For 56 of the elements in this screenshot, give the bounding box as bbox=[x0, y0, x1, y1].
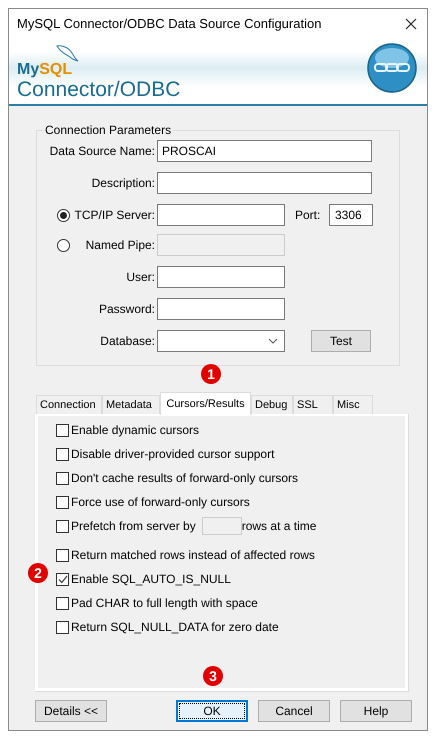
option-label: Return matched rows instead of affected rows bbox=[71, 547, 315, 564]
input-field[interactable] bbox=[202, 517, 242, 535]
chevron-down-icon bbox=[268, 338, 278, 344]
port-field[interactable]: 3306 bbox=[329, 204, 373, 226]
checkbox[interactable] bbox=[56, 496, 69, 508]
tab[interactable]: SSL bbox=[293, 395, 333, 414]
test-button[interactable]: Test bbox=[311, 330, 371, 352]
field-label: TCP/IP Server: bbox=[74, 207, 155, 224]
dialog-button[interactable]: Cancel bbox=[258, 700, 330, 722]
close-icon[interactable] bbox=[405, 18, 417, 30]
window-title: MySQL Connector/ODBC Data Source Configuration bbox=[17, 14, 322, 33]
field-label: Data Source Name: bbox=[48, 143, 155, 160]
input-field[interactable] bbox=[157, 266, 285, 288]
tab[interactable]: Connection bbox=[36, 395, 102, 414]
option-label: Prefetch from server by bbox=[71, 518, 196, 535]
dialog-button[interactable]: Help bbox=[340, 700, 412, 722]
option-label: Don't cache results of forward-only cursors bbox=[71, 470, 298, 487]
input-field[interactable] bbox=[157, 298, 285, 320]
product-name: Connector/ODBC bbox=[17, 78, 180, 102]
option-label: Force use of forward-only cursors bbox=[71, 494, 250, 511]
dialog-button[interactable]: OK bbox=[176, 700, 248, 722]
logo-text: My bbox=[17, 62, 40, 78]
option-label: Return SQL_NULL_DATA for zero date bbox=[71, 619, 279, 636]
chain-globe-icon bbox=[367, 42, 417, 94]
dialog-button[interactable]: Details << bbox=[35, 700, 107, 722]
dropdown[interactable] bbox=[157, 330, 285, 352]
group-title: Connection Parameters bbox=[43, 123, 174, 137]
field-label: Port: bbox=[295, 207, 322, 224]
dolphin-icon bbox=[55, 44, 79, 64]
field-label: Database: bbox=[99, 333, 155, 350]
field-label: User: bbox=[125, 269, 155, 286]
option-label: Enable SQL_AUTO_IS_NULL bbox=[71, 571, 231, 588]
checkbox[interactable] bbox=[56, 448, 69, 460]
tab[interactable]: Debug bbox=[251, 395, 293, 414]
option-label: Pad CHAR to full length with space bbox=[71, 595, 258, 612]
checkbox[interactable] bbox=[56, 572, 69, 586]
tab[interactable]: Cursors/Results bbox=[160, 392, 251, 415]
checkbox[interactable] bbox=[56, 472, 69, 484]
radio-button[interactable] bbox=[57, 208, 70, 222]
checkbox[interactable] bbox=[56, 520, 69, 532]
tab[interactable]: Misc bbox=[333, 395, 373, 414]
field-label: Description: bbox=[90, 175, 155, 192]
input-field[interactable] bbox=[157, 172, 372, 194]
checkbox[interactable] bbox=[56, 596, 69, 610]
option-label: Enable dynamic cursors bbox=[71, 422, 200, 439]
tab[interactable]: Metadata bbox=[102, 395, 160, 414]
input-field[interactable] bbox=[157, 204, 285, 226]
option-label: Disable driver-provided cursor support bbox=[71, 446, 274, 463]
field-label: Named Pipe: bbox=[86, 237, 155, 254]
logo-text: SQL bbox=[39, 62, 72, 78]
checkbox[interactable] bbox=[56, 424, 69, 436]
input-field[interactable]: PROSCAI bbox=[157, 140, 372, 162]
field-label: Password: bbox=[98, 301, 155, 318]
option-label: rows at a time bbox=[242, 518, 316, 535]
checkbox[interactable] bbox=[56, 620, 69, 634]
checkbox[interactable] bbox=[56, 548, 69, 562]
